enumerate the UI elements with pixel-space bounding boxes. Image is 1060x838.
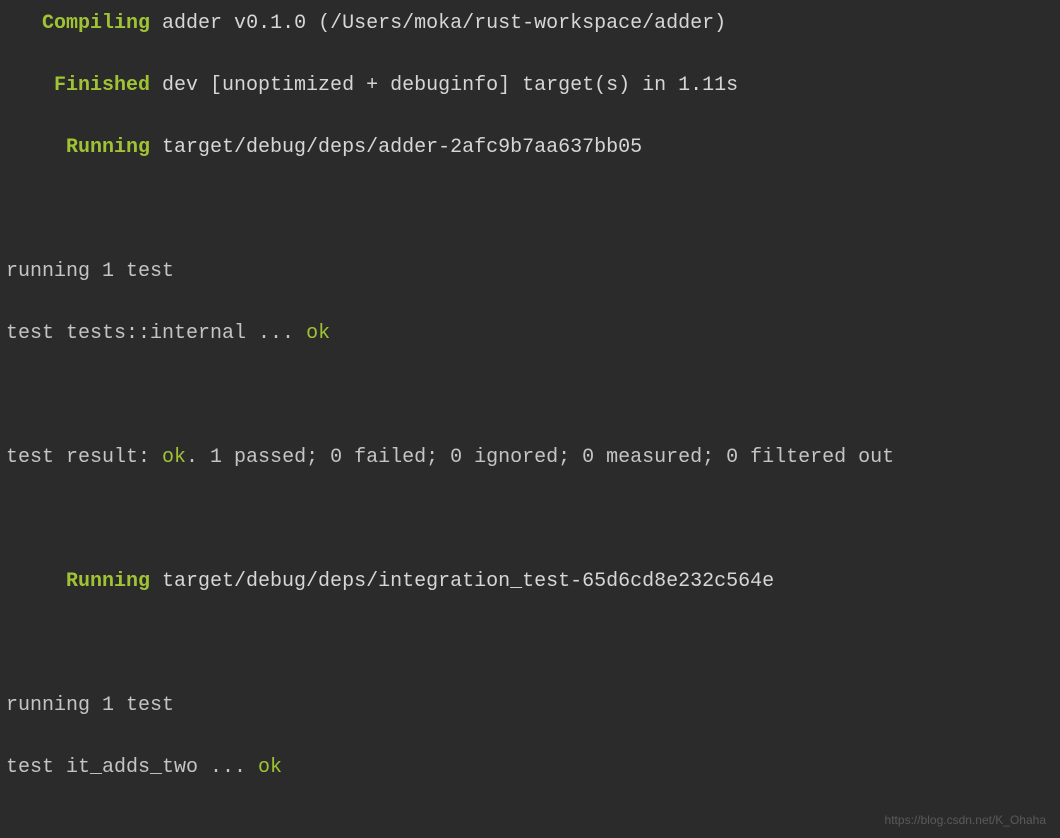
suite1-testline: test tests::internal ... xyxy=(6,322,306,345)
suite1-result-ok: ok xyxy=(162,446,186,469)
compiling-text: adder v0.1.0 (/Users/moka/rust-workspace… xyxy=(150,12,726,35)
suite1-running: running 1 test xyxy=(6,256,1054,287)
suite2-ok: ok xyxy=(258,756,282,779)
watermark-text: https://blog.csdn.net/K_Ohaha xyxy=(885,811,1046,830)
running-label-1: Running xyxy=(6,136,150,159)
finished-label: Finished xyxy=(6,74,150,97)
suite1-ok: ok xyxy=(306,322,330,345)
compiling-label: Compiling xyxy=(6,12,150,35)
suite1-result-suffix: . 1 passed; 0 failed; 0 ignored; 0 measu… xyxy=(186,446,894,469)
running-label-2: Running xyxy=(6,570,150,593)
running-text-1: target/debug/deps/adder-2afc9b7aa637bb05 xyxy=(150,136,642,159)
terminal-output: Compiling adder v0.1.0 (/Users/moka/rust… xyxy=(0,0,1060,838)
suite2-running: running 1 test xyxy=(6,690,1054,721)
suite1-result-prefix: test result: xyxy=(6,446,162,469)
suite2-testline: test it_adds_two ... xyxy=(6,756,258,779)
finished-text: dev [unoptimized + debuginfo] target(s) … xyxy=(150,74,738,97)
running-text-2: target/debug/deps/integration_test-65d6c… xyxy=(150,570,774,593)
